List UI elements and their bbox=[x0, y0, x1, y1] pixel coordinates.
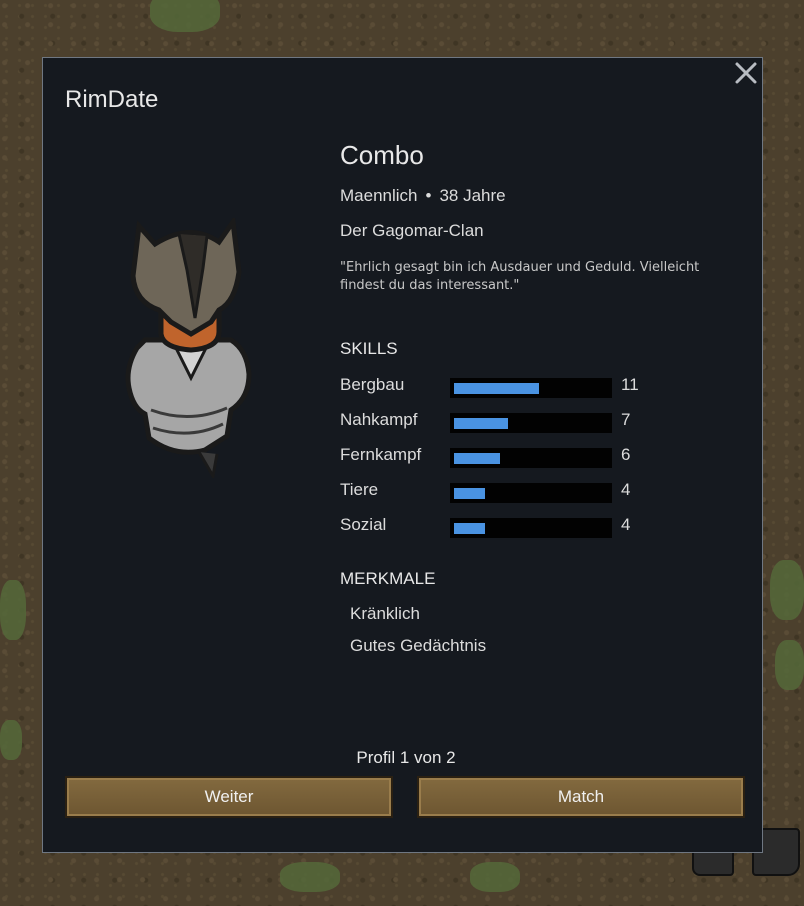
grass-patch bbox=[770, 560, 804, 620]
skill-fill bbox=[454, 488, 485, 499]
skill-value: 7 bbox=[621, 410, 631, 429]
skill-value: 4 bbox=[621, 480, 631, 499]
pawn-faction: Der Gagomar-Clan bbox=[340, 221, 484, 240]
trait-item: Gutes Gedächtnis bbox=[350, 636, 487, 655]
grass-patch bbox=[150, 0, 220, 32]
grass-patch bbox=[0, 580, 26, 640]
skill-value: 11 bbox=[621, 375, 639, 394]
dialog-title: RimDate bbox=[65, 86, 159, 113]
skill-row: Sozial 4 bbox=[340, 515, 660, 538]
close-icon bbox=[735, 62, 757, 84]
rimdate-dialog: RimDate Combo Maennlich • 38 Jahre Der Gag… bbox=[42, 57, 763, 853]
skill-value: 4 bbox=[621, 515, 631, 534]
trait-item: Kränklich bbox=[350, 604, 420, 623]
skill-label: Sozial bbox=[340, 515, 387, 534]
next-button[interactable]: Weiter bbox=[65, 776, 393, 818]
skill-bar bbox=[450, 378, 612, 398]
skill-row: Fernkampf 6 bbox=[340, 445, 660, 468]
skill-fill bbox=[454, 523, 485, 534]
skill-row: Tiere 4 bbox=[340, 480, 660, 503]
skill-label: Tiere bbox=[340, 480, 379, 499]
skill-label: Nahkampf bbox=[340, 410, 418, 429]
pawn-name: Combo bbox=[340, 140, 424, 170]
pawn-portrait bbox=[115, 215, 265, 481]
close-button[interactable] bbox=[732, 59, 760, 87]
grass-patch bbox=[470, 862, 520, 892]
skill-value: 6 bbox=[621, 445, 631, 464]
pawn-age: 38 Jahre bbox=[439, 186, 506, 205]
match-button[interactable]: Match bbox=[417, 776, 745, 818]
grass-patch bbox=[280, 862, 340, 892]
pawn-portrait-image bbox=[125, 215, 252, 481]
grass-patch bbox=[0, 720, 22, 760]
pawn-gender: Maennlich bbox=[340, 186, 418, 205]
skill-fill bbox=[454, 383, 539, 394]
pawn-quote: "Ehrlich gesagt bin ich Ausdauer und Ged… bbox=[340, 260, 700, 293]
skill-bar bbox=[450, 413, 612, 433]
skills-heading: SKILLS bbox=[340, 339, 398, 358]
skill-row: Nahkampf 7 bbox=[340, 410, 660, 433]
skill-row: Bergbau 11 bbox=[340, 375, 660, 398]
skill-bar bbox=[450, 518, 612, 538]
separator-dot: • bbox=[425, 186, 432, 205]
skill-label: Bergbau bbox=[340, 375, 405, 394]
skill-fill bbox=[454, 453, 500, 464]
profile-counter: Profil 1 von 2 bbox=[356, 748, 456, 767]
skill-bar bbox=[450, 483, 612, 503]
pawn-meta: Maennlich • 38 Jahre bbox=[340, 186, 506, 206]
skill-fill bbox=[454, 418, 508, 429]
traits-heading: MERKMALE bbox=[340, 569, 436, 588]
grass-patch bbox=[775, 640, 804, 690]
skill-label: Fernkampf bbox=[340, 445, 422, 464]
skill-bar bbox=[450, 448, 612, 468]
